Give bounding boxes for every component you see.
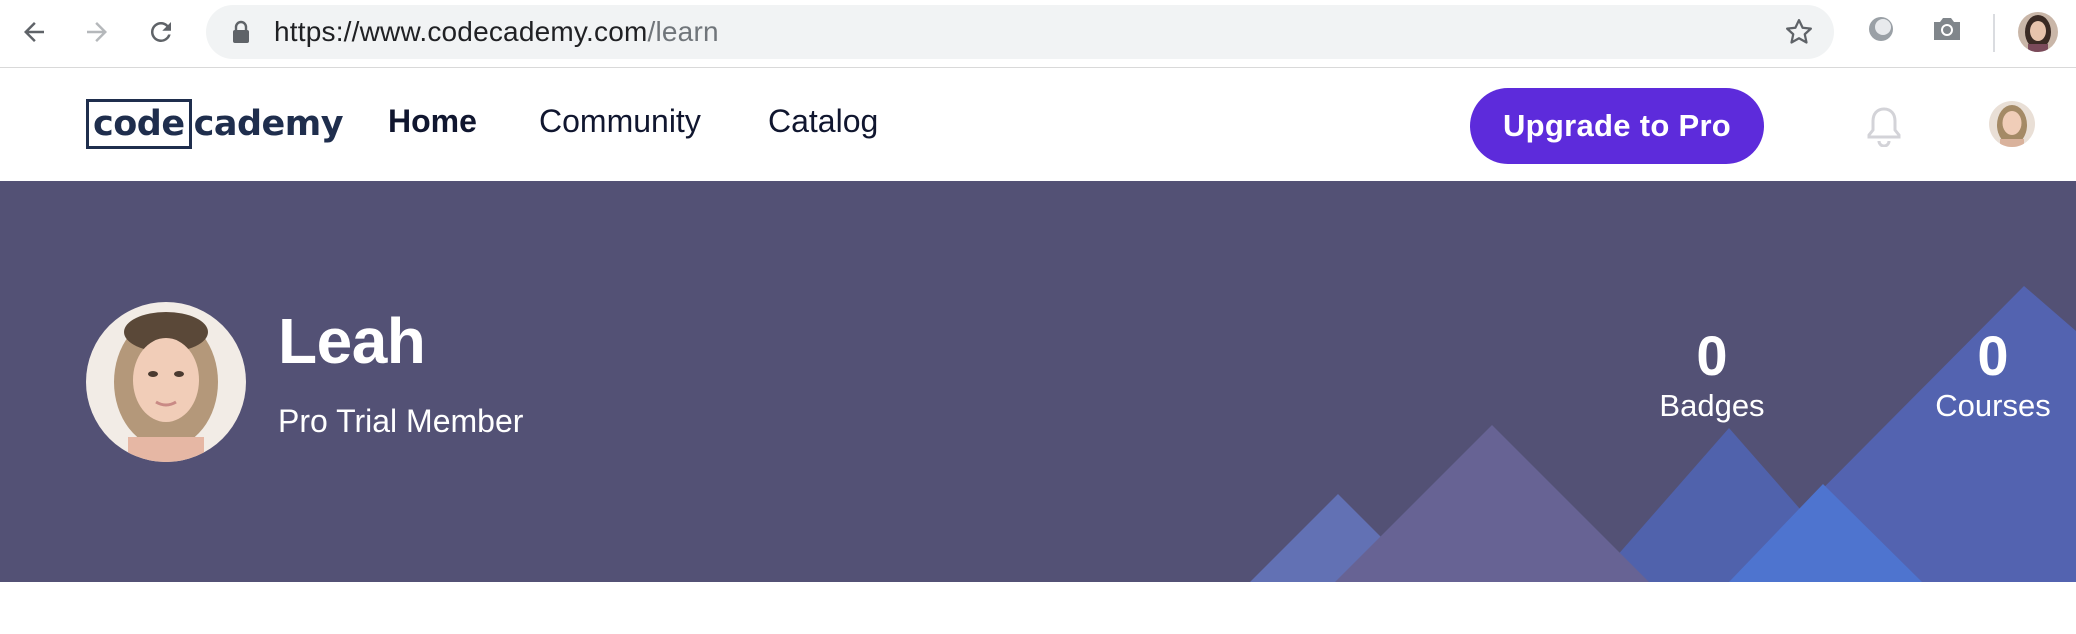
notification-bell-icon[interactable] — [1864, 105, 1904, 147]
site-header: code cademy Home Community Catalog Upgrad… — [0, 69, 2076, 181]
profile-avatar — [86, 302, 246, 462]
nav-home[interactable]: Home — [388, 103, 477, 140]
back-button[interactable] — [12, 10, 56, 54]
back-arrow-icon — [24, 22, 44, 42]
camera-icon[interactable] — [1930, 14, 1964, 44]
logo-box-text: code — [86, 99, 192, 149]
logo-rest-text: cademy — [193, 104, 344, 144]
user-avatar[interactable] — [1989, 101, 2035, 147]
membership-status: Pro Trial Member — [278, 403, 524, 439]
badges-label: Badges — [1659, 388, 1765, 423]
star-icon[interactable] — [1784, 17, 1814, 47]
codecademy-logo[interactable]: code cademy — [86, 97, 344, 151]
courses-stat[interactable]: 0 Courses — [1893, 326, 2076, 426]
upgrade-to-pro-button[interactable]: Upgrade to Pro — [1470, 88, 1764, 164]
badges-count: 0 — [1696, 324, 1728, 387]
reload-button[interactable] — [139, 10, 183, 54]
browser-toolbar: https://www.codecademy.com/learn — [0, 0, 2076, 68]
reload-icon — [150, 21, 171, 42]
url-text: https://www.codecademy.com/learn — [274, 5, 719, 59]
nav-community[interactable]: Community — [539, 103, 701, 140]
url-host: https://www.codecademy.com — [274, 16, 648, 47]
lock-icon — [233, 20, 249, 43]
courses-count: 0 — [1977, 324, 2009, 387]
url-path: /learn — [647, 16, 719, 47]
forward-arrow-icon — [87, 22, 107, 42]
badges-stat[interactable]: 0 Badges — [1612, 326, 1812, 426]
toolbar-divider — [1993, 14, 1995, 52]
user-name: Leah — [278, 305, 426, 377]
profile-hero: Leah Pro Trial Member 0 Badges 0 Courses — [0, 181, 2076, 582]
forward-button[interactable] — [75, 10, 119, 54]
courses-label: Courses — [1935, 388, 2051, 423]
browser-profile-avatar[interactable] — [2018, 12, 2058, 52]
nav-catalog[interactable]: Catalog — [768, 103, 878, 140]
extension-icon[interactable] — [1866, 14, 1896, 44]
address-bar[interactable]: https://www.codecademy.com/learn — [206, 5, 1834, 59]
